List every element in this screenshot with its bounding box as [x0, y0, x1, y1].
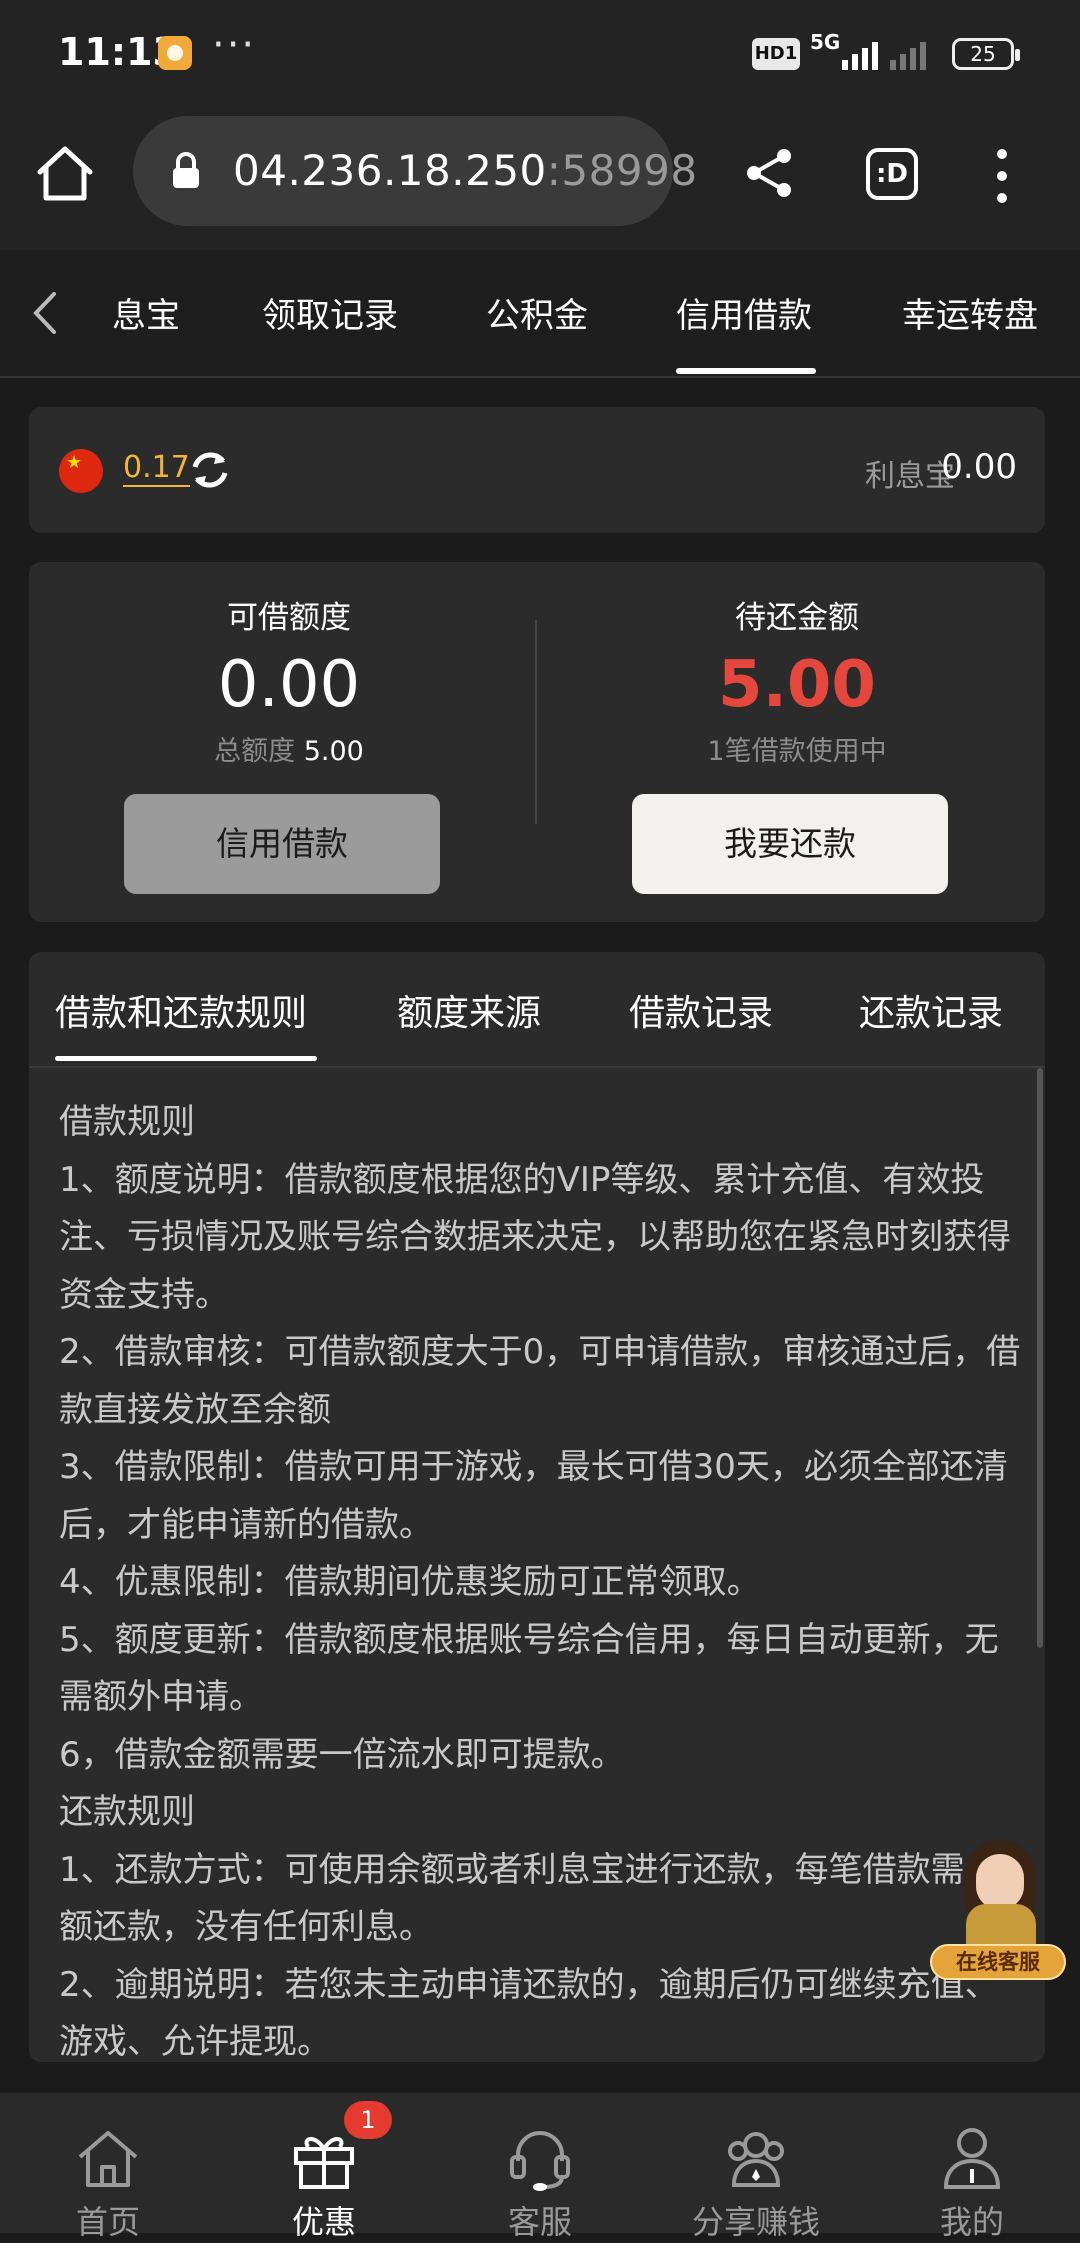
share-people-icon — [728, 2132, 784, 2187]
home-icon — [78, 2131, 138, 2187]
rule-paragraph: 2、借款审核：可借款额度大于0，可申请借款，审核通过后，借款直接发放至余额 — [59, 1332, 1021, 1430]
rules-heading-repay: 还款规则 — [59, 1792, 195, 1832]
divider — [29, 1066, 1045, 1068]
balance-card: 0.17 利息宝 0.00 — [29, 407, 1045, 533]
headset-icon — [510, 2131, 570, 2191]
tab-switcher-button[interactable]: :D — [866, 148, 918, 200]
nav-home[interactable]: 首页 — [0, 2093, 216, 2241]
tab-provident-fund[interactable]: 公积金 — [486, 288, 588, 337]
app-notification-icon — [158, 36, 192, 70]
rule-paragraph: 1、还款方式：可使用余额或者利息宝进行还款，每笔借款需全额还款，没有任何利息。 — [59, 1849, 999, 1948]
tab-repay-records[interactable]: 还款记录 — [859, 984, 1003, 1036]
chevron-left-icon[interactable] — [30, 290, 60, 336]
category-tabs: 息宝 领取记录 公积金 信用借款 幸运转盘 — [0, 250, 1080, 378]
wallet-balance[interactable]: 0.17 — [123, 451, 190, 487]
network-type: 5G — [810, 30, 841, 54]
online-service-label: 在线客服 — [930, 1944, 1066, 1980]
lixibao-value: 0.00 — [941, 447, 1017, 487]
service-avatar-face — [976, 1854, 1024, 1910]
url-text: 04.236.18.250:58998 — [233, 146, 698, 195]
active-loan-note: 1笔借款使用中 — [707, 736, 887, 767]
rule-paragraph: 5、额度更新：借款额度根据账号综合信用，每日自动更新，无需额外申请。 — [59, 1619, 999, 1718]
refresh-icon[interactable] — [187, 447, 233, 493]
rule-paragraph: 3、借款限制：借款可用于游戏，最长可借30天，必须全部还清后，才能申请新的借款。 — [59, 1447, 1008, 1545]
active-tab-indicator — [676, 368, 816, 374]
tab-lucky-wheel[interactable]: 幸运转盘 — [902, 288, 1038, 337]
nav-share-earn[interactable]: 分享赚钱 — [648, 2093, 864, 2241]
credit-loan-button[interactable]: 信用借款 — [124, 794, 440, 894]
rule-paragraph: 4、优惠限制：借款期间优惠奖励可正常领取。 — [59, 1562, 761, 1602]
total-credit-label: 总额度 — [214, 736, 296, 767]
battery-icon: 25 — [952, 38, 1020, 70]
url-host: 04.236.18.250 — [233, 146, 547, 195]
promotion-count-badge: 1 — [344, 2101, 392, 2139]
active-rules-tab-indicator — [55, 1056, 317, 1061]
nav-profile-label: 我的 — [939, 2203, 1004, 2241]
tab-claim-records[interactable]: 领取记录 — [262, 288, 398, 337]
repay-button[interactable]: 我要还款 — [632, 794, 948, 894]
nav-profile[interactable]: 我的 — [864, 2093, 1080, 2241]
tab-credit-loan[interactable]: 信用借款 — [676, 288, 812, 337]
home-icon[interactable] — [34, 142, 96, 204]
total-credit: 总额度 5.00 — [49, 729, 529, 768]
tab-lixibao[interactable]: 息宝 — [112, 288, 180, 337]
status-bar: 11:13 ··· HD1 5G 25 — [0, 0, 1080, 108]
tab-loan-records[interactable]: 借款记录 — [629, 984, 773, 1036]
rule-paragraph: 1、额度说明：借款额度根据您的VIP等级、累计充值、有效投注、亏损情况及账号综合… — [59, 1159, 1011, 1315]
amount-due-section: 待还金额 5.00 1笔借款使用中 — [557, 592, 1037, 768]
nav-promotions[interactable]: 1 优惠 — [216, 2093, 432, 2241]
tab-loan-repay-rules[interactable]: 借款和还款规则 — [55, 984, 307, 1036]
divider — [535, 620, 537, 824]
rule-paragraph: 2、逾期说明：若您未主动申请还款的，逾期后仍可继续充值、游戏、允许提现。 — [59, 1964, 999, 2063]
nav-customer-service[interactable]: 客服 — [432, 2093, 648, 2241]
bottom-navigation: 首页 1 优惠 客服 分享赚钱 我的 — [0, 2093, 1080, 2241]
nav-promotions-label: 优惠 — [291, 2203, 356, 2241]
share-icon[interactable] — [742, 146, 796, 200]
available-credit-label: 可借额度 — [227, 600, 351, 636]
gift-icon — [294, 2137, 354, 2189]
lock-icon — [173, 152, 199, 188]
available-credit-value: 0.00 — [217, 648, 361, 722]
tab-credit-source[interactable]: 额度来源 — [397, 984, 541, 1036]
rules-scrollbar[interactable] — [1037, 1068, 1043, 1648]
browser-toolbar: 04.236.18.250:58998 :D — [0, 108, 1080, 250]
rules-heading-loan: 借款规则 — [59, 1102, 195, 1142]
rules-card: 借款和还款规则 额度来源 借款记录 还款记录 借款规则 1、额度说明：借款额度根… — [29, 952, 1045, 2062]
url-port: :58998 — [546, 146, 698, 195]
hd-voice-icon: HD1 — [752, 38, 800, 70]
user-icon — [943, 2128, 1001, 2189]
available-credit-section: 可借额度 0.00 总额度 5.00 — [49, 592, 529, 768]
address-bar[interactable]: 04.236.18.250:58998 — [133, 116, 697, 226]
more-notifications-indicator: ··· — [212, 22, 257, 68]
rule-paragraph: 6，借款金额需要一倍流水即可提款。 — [59, 1734, 625, 1775]
nav-home-label: 首页 — [75, 2203, 140, 2241]
total-credit-value: 5.00 — [303, 736, 364, 767]
china-flag-icon — [59, 449, 103, 493]
rules-content: 借款规则 1、额度说明：借款额度根据您的VIP等级、累计充值、有效投注、亏损情况… — [59, 1094, 1029, 2062]
more-vertical-icon[interactable] — [990, 148, 1014, 204]
loan-summary-card: 可借额度 0.00 总额度 5.00 待还金额 5.00 1笔借款使用中 信用借… — [29, 562, 1045, 922]
nav-share-label: 分享赚钱 — [691, 2203, 820, 2241]
amount-due-label: 待还金额 — [735, 600, 859, 636]
nav-service-label: 客服 — [507, 2203, 572, 2241]
signal-strength-icon — [842, 42, 926, 70]
online-service-float-button[interactable]: 在线客服 — [930, 1840, 1066, 1990]
amount-due-value: 5.00 — [718, 648, 876, 722]
